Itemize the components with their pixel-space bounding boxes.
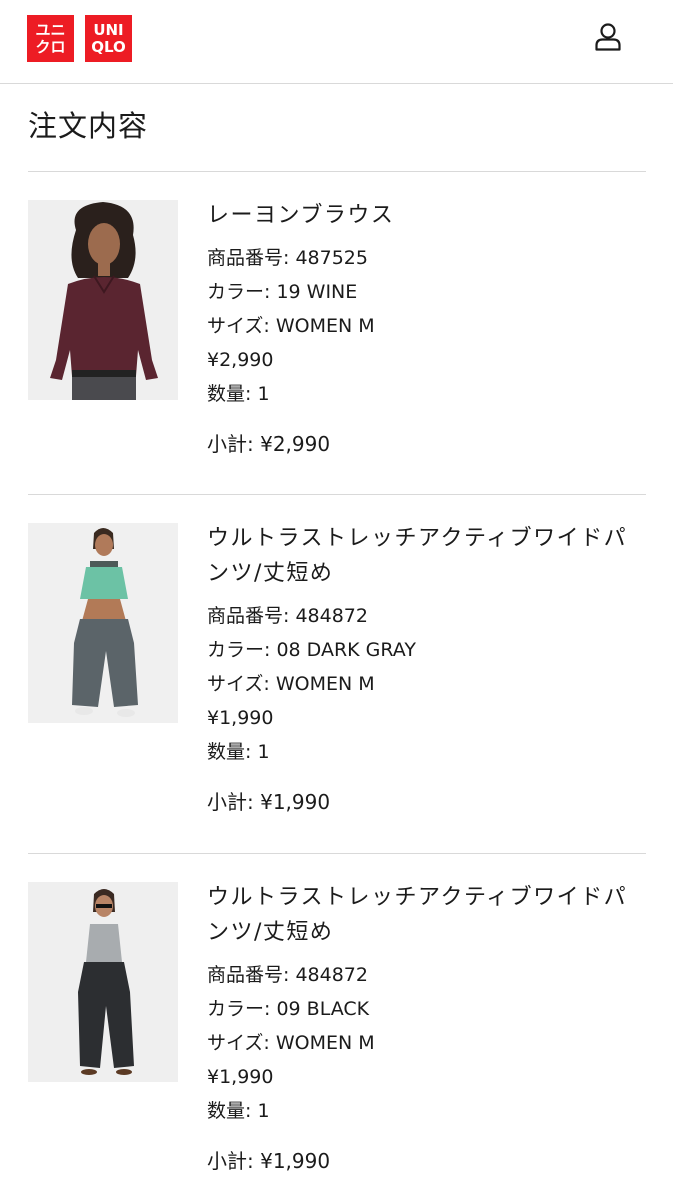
product-price: ¥2,990 — [207, 349, 274, 371]
item-subtotal: 小計: ¥2,990 — [207, 432, 331, 456]
divider — [28, 853, 646, 854]
product-size: サイズ: WOMEN M — [207, 315, 375, 337]
product-number: 商品番号: 487525 — [207, 247, 368, 269]
logo-latin-line-2: QLO — [91, 37, 126, 56]
logo-katakana-line-2: クロ — [35, 37, 66, 56]
product-color: カラー: 09 BLACK — [207, 998, 370, 1020]
divider — [28, 171, 646, 172]
item-subtotal: 小計: ¥1,990 — [207, 1149, 331, 1173]
product-image[interactable] — [28, 882, 178, 1082]
logo-katakana-box: ユニ クロ — [27, 15, 74, 62]
product-name[interactable]: ウルトラストレッチアクティブワイドパンツ/丈短め — [207, 521, 646, 591]
uniqlo-logo[interactable]: ユニ クロ UNI QLO — [27, 15, 132, 62]
logo-latin-line-1: UNI — [93, 20, 124, 39]
product-color: カラー: 08 DARK GRAY — [207, 639, 416, 661]
product-image[interactable] — [28, 200, 178, 400]
product-size: サイズ: WOMEN M — [207, 1032, 375, 1054]
product-quantity: 数量: 1 — [207, 1100, 270, 1122]
product-name[interactable]: ウルトラストレッチアクティブワイドパンツ/丈短め — [207, 880, 646, 950]
site-header: ユニ クロ UNI QLO — [0, 0, 673, 84]
user-icon[interactable] — [594, 22, 622, 52]
product-image[interactable] — [28, 523, 178, 723]
product-number: 商品番号: 484872 — [207, 605, 368, 627]
divider — [28, 494, 646, 495]
logo-katakana-line-1: ユニ — [35, 20, 66, 39]
product-color: カラー: 19 WINE — [207, 281, 358, 303]
product-price: ¥1,990 — [207, 1066, 274, 1088]
logo-latin-box: UNI QLO — [85, 15, 132, 62]
product-size: サイズ: WOMEN M — [207, 673, 375, 695]
product-quantity: 数量: 1 — [207, 741, 270, 763]
page-title: 注文内容 — [28, 109, 149, 143]
item-subtotal: 小計: ¥1,990 — [207, 790, 331, 814]
product-number: 商品番号: 484872 — [207, 964, 368, 986]
product-quantity: 数量: 1 — [207, 383, 270, 405]
product-price: ¥1,990 — [207, 707, 274, 729]
product-name[interactable]: レーヨンブラウス — [207, 198, 646, 233]
